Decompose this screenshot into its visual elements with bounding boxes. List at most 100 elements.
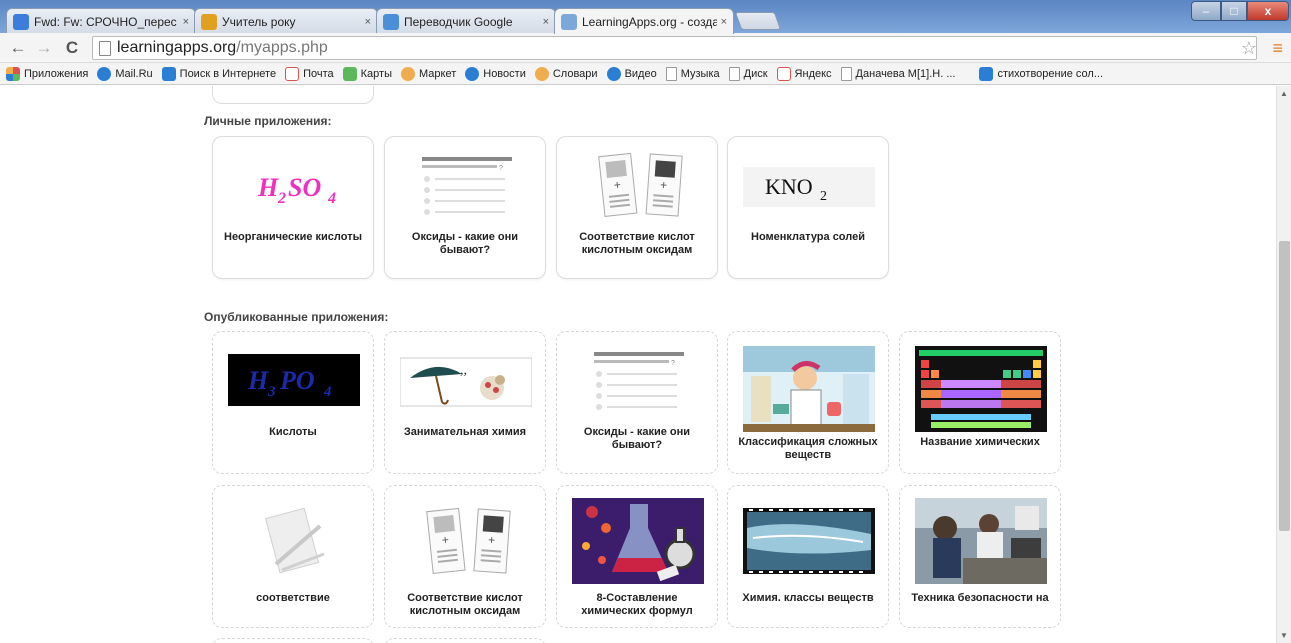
bookmark-star-icon[interactable]: ☆ [1241,38,1257,59]
app-card[interactable]: ? Оксиды - какие они бывают? [384,136,546,279]
tools-icon [228,498,360,582]
app-card[interactable]: соответствие [212,485,374,628]
svg-text:H: H [257,173,279,202]
app-title: Химия. классы веществ [742,592,874,604]
page-icon [665,66,677,81]
bookmark-label: Музыка [680,67,720,80]
bookmark-music[interactable]: Музыка [665,66,720,81]
address-bar[interactable]: learningapps.org/myapps.php [92,36,1257,60]
svg-text:PO: PO [279,366,315,395]
tab-label: Fwd: Fw: СРОЧНО_перес [34,14,177,29]
flask-image [572,498,704,584]
tab-learningapps[interactable]: LearningApps.org - созда × [554,8,734,34]
bookmark-mail[interactable]: Почта [285,66,334,81]
svg-text:3: 3 [267,384,276,400]
app-title: Техника безопасности на [911,592,1049,604]
bookmark-apps[interactable]: Приложения [6,66,88,81]
back-arrow-icon[interactable]: ← [8,38,28,58]
app-card[interactable]: + + Соответствие кислот кислотным оксидам [556,136,718,279]
page-icon [99,40,111,56]
app-title: Название химических [920,436,1040,448]
bookmark-search[interactable]: Поиск в Интернете [161,66,276,81]
app-card[interactable]: + + Соответствие кислот кислотным оксидам [384,485,546,628]
new-tab-button[interactable] [734,12,782,30]
tab-fwd-email[interactable]: Fwd: Fw: СРОЧНО_перес × [6,8,196,34]
bookmark-dictionaries[interactable]: Словари [534,66,598,81]
close-window-button[interactable]: x [1247,1,1289,21]
tab-google-translate[interactable]: Переводчик Google × [376,8,556,34]
maps-icon [342,66,357,81]
app-card[interactable]: ? Оксиды - какие они бывают? [556,331,718,474]
close-icon[interactable]: × [365,16,371,28]
minimize-button[interactable]: – [1191,1,1221,21]
app-card[interactable]: Химия. классы веществ [727,485,889,628]
bookmark-mailru[interactable]: Mail.Ru [97,66,153,81]
close-icon[interactable]: × [721,16,727,28]
app-title: Занимательная химия [403,426,527,438]
bookmark-disk[interactable]: Диск [728,66,768,81]
quiz-icon: ? [572,344,704,416]
tab-label: Учитель року [222,14,296,29]
app-card[interactable]: Техника безопасности на [899,485,1061,628]
app-title: Оксиды - какие они бывают? [411,231,519,256]
forward-arrow-icon[interactable]: → [34,38,54,58]
maximize-button[interactable]: □ [1221,1,1247,21]
mailru-icon [97,66,112,81]
svg-text:KNO: KNO [765,174,813,199]
filmstrip-image [743,498,875,582]
bookmark-label: Даначева М[1].Н. ... [855,67,956,80]
bookmark-news[interactable]: Новости [465,66,526,81]
yandex-icon [776,66,791,81]
menu-icon[interactable]: ≡ [1272,38,1283,59]
close-icon[interactable]: × [183,16,189,28]
svg-text:4: 4 [323,384,332,400]
app-card[interactable]: H 3 PO 4 Кислоты [212,331,374,474]
market-icon [401,66,415,81]
app-card[interactable]: 8-Составление химических формул [556,485,718,628]
svg-text:+: + [660,178,668,192]
umbrella-image: ,, [400,344,532,416]
matching-icon: + + [572,149,704,221]
bookmark-danacheva[interactable]: Даначева М[1].Н. ... [840,66,956,81]
vertical-scrollbar[interactable]: ▲ ▼ [1276,86,1291,643]
app-card[interactable]: ,, Занимательная химия [384,331,546,474]
svg-text:+: + [441,533,449,548]
app-card[interactable]: Название химических [899,331,1061,474]
scientist-image [743,346,875,432]
app-title: соответствие [256,592,330,604]
formula-thumbnail: KNO 2 [743,149,875,221]
app-card-partial[interactable] [212,86,374,104]
app-card-partial[interactable] [212,638,374,643]
periodic-table-image [915,346,1047,432]
reload-icon[interactable]: C [62,38,82,58]
app-card[interactable]: H 2 SO 4 Неорганические кислоты [212,136,374,279]
lab-photo-image [915,498,1047,584]
app-card-partial[interactable] [384,638,546,643]
scroll-down-arrow-icon[interactable]: ▼ [1280,631,1288,640]
bookmark-yandex[interactable]: Яндекс [776,66,832,81]
bookmark-label: Яндекс [794,67,832,80]
bookmark-video[interactable]: Видео [606,66,657,81]
formula-thumbnail: H 2 SO 4 [228,149,360,221]
bookmark-label: Почта [303,67,334,80]
video-icon [606,66,621,81]
search-icon [979,66,994,81]
bookmark-maps[interactable]: Карты [342,66,392,81]
quiz-icon: ? [400,149,532,221]
app-title: Соответствие кислот кислотным оксидам [579,231,695,256]
close-icon[interactable]: × [543,16,549,28]
svg-text:SO: SO [288,173,321,202]
app-card[interactable]: KNO 2 Номенклатура солей [727,136,889,279]
app-card[interactable]: Классификация сложных веществ [727,331,889,474]
bookmark-market[interactable]: Маркет [401,66,457,81]
scrollbar-thumb[interactable] [1279,241,1290,531]
bookmark-poem[interactable]: стихотворение сол... [979,66,1103,81]
svg-text:?: ? [671,360,675,367]
svg-text:2: 2 [820,189,827,204]
scroll-up-arrow-icon[interactable]: ▲ [1280,89,1288,98]
bookmark-label: Mail.Ru [115,67,153,80]
bookmark-label: Маркет [419,67,457,80]
personal-apps-heading: Личные приложения: [204,114,332,128]
tab-uchitel-roku[interactable]: Учитель року × [194,8,378,34]
bookmarks-bar: Приложения Mail.Ru Поиск в Интернете Поч… [0,63,1291,85]
